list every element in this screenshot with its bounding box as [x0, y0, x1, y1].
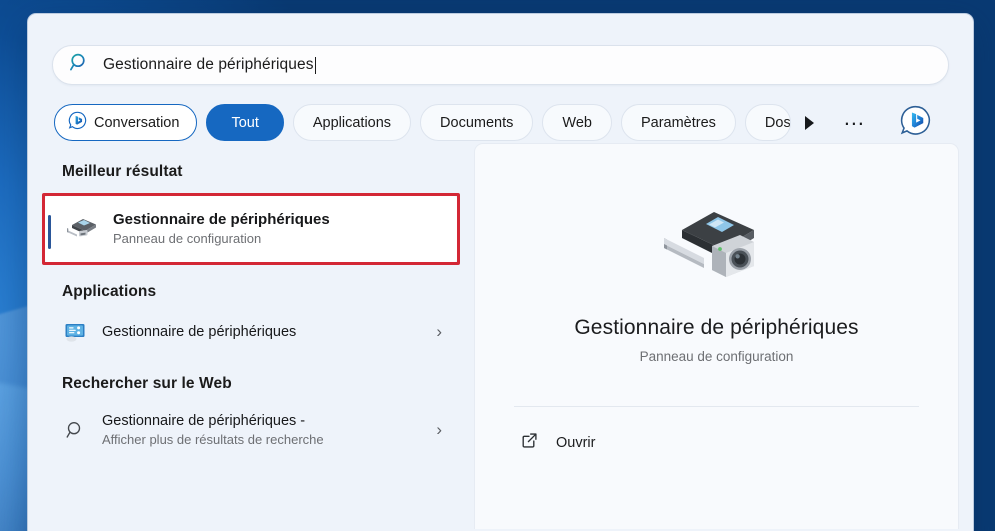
result-labels: Gestionnaire de périphériques - Afficher… [102, 412, 436, 449]
preview-action-label: Ouvrir [556, 435, 596, 451]
filter-pill-applications[interactable]: Applications [292, 104, 412, 141]
windows-search-flyout: Gestionnaire de périphériques Conversati… [27, 13, 974, 531]
annotation-highlight-box: Gestionnaire de périphériques Panneau de… [42, 193, 460, 265]
chevron-right-icon[interactable]: › [436, 322, 446, 342]
search-icon [62, 420, 88, 440]
filter-pill-tout[interactable]: Tout [206, 104, 284, 141]
filter-pill-bar: Conversation Tout Applications Documents… [28, 85, 973, 143]
device-manager-large-icon [662, 194, 772, 291]
open-external-icon [520, 431, 539, 455]
filter-pill-label: Web [562, 114, 592, 131]
result-subtitle: Afficher plus de résultats de recherche [102, 431, 324, 447]
more-options-icon[interactable]: … [843, 106, 867, 133]
filter-pill-label: Documents [440, 114, 514, 131]
filter-pill-label: Tout [231, 114, 259, 131]
best-result-title: Gestionnaire de périphériques [113, 211, 330, 228]
result-item-application[interactable]: Gestionnaire de périphériques › [42, 309, 458, 355]
result-item-web-search[interactable]: Gestionnaire de périphériques - Afficher… [42, 401, 458, 459]
desktop-background: Gestionnaire de périphériques Conversati… [0, 0, 995, 531]
filter-pill-label: Dos [764, 114, 791, 131]
filter-pill-conversation[interactable]: Conversation [54, 104, 198, 141]
section-header-best-result: Meilleur résultat [62, 163, 183, 180]
search-body: Meilleur résultat Gestionnaire de périph… [28, 143, 973, 529]
computer-management-icon [62, 322, 88, 343]
best-result-text: Gestionnaire de périphériques Panneau de… [113, 210, 330, 248]
preview-divider [514, 406, 919, 407]
result-title: Gestionnaire de périphériques [102, 323, 297, 340]
best-result-item[interactable]: Gestionnaire de périphériques Panneau de… [45, 196, 457, 262]
search-icon [69, 52, 90, 78]
preview-title: Gestionnaire de périphériques [574, 316, 859, 339]
search-input[interactable]: Gestionnaire de périphériques [52, 45, 949, 85]
preview-panel: Gestionnaire de périphériques Panneau de… [474, 143, 959, 529]
text-caret [314, 56, 316, 74]
filter-pill-web[interactable]: Web [542, 104, 612, 141]
bing-chat-icon [68, 111, 87, 134]
selection-indicator [48, 215, 51, 249]
filter-pill-parametres[interactable]: Paramètres [620, 104, 736, 141]
filter-pill-documents[interactable]: Documents [420, 104, 534, 141]
chevron-right-icon[interactable]: › [436, 420, 446, 440]
result-labels: Gestionnaire de périphériques [102, 323, 436, 342]
device-manager-icon [65, 212, 99, 247]
search-query-text: Gestionnaire de périphériques [103, 56, 314, 73]
filter-pill-label: Paramètres [640, 114, 716, 131]
preview-action-open[interactable]: Ouvrir [514, 423, 919, 463]
section-header-applications: Applications [62, 283, 157, 300]
result-title: Gestionnaire de périphériques - [102, 412, 306, 429]
search-bar-container: Gestionnaire de périphériques [28, 14, 973, 85]
filter-next-arrow-icon[interactable] [804, 115, 814, 130]
filter-pill-dossiers[interactable]: Dos [744, 104, 791, 141]
filter-pill-label: Conversation [94, 114, 180, 131]
best-result-subtitle: Panneau de configuration [113, 231, 262, 246]
filter-pill-label: Applications [312, 114, 392, 131]
section-header-web-search: Rechercher sur le Web [62, 375, 232, 392]
results-list: Meilleur résultat Gestionnaire de périph… [28, 143, 472, 529]
bing-chat-launcher-icon[interactable] [900, 105, 931, 141]
preview-subtitle: Panneau de configuration [639, 349, 794, 364]
best-result-container: Gestionnaire de périphériques Panneau de… [28, 181, 472, 265]
